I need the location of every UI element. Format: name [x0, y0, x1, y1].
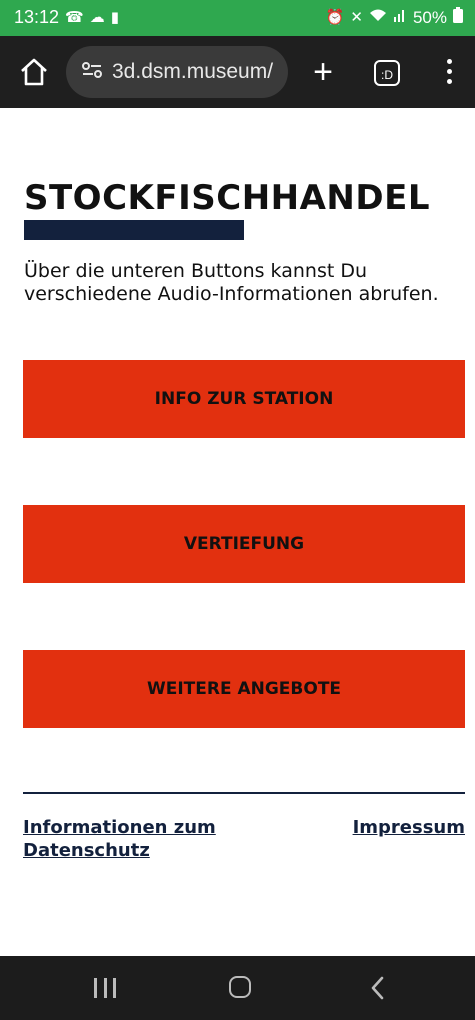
signal-icon — [393, 8, 407, 27]
battery-icon — [453, 7, 463, 28]
status-left: 13:12 ☎ ☁ ▮ — [14, 7, 119, 28]
vertiefung-button[interactable]: VERTIEFUNG — [23, 505, 465, 583]
status-time: 13:12 — [14, 7, 60, 27]
page-title: STOCKFISCHHANDEL — [24, 178, 430, 218]
new-tab-icon[interactable]: + — [306, 50, 340, 94]
recent-apps-icon[interactable] — [94, 978, 116, 998]
imprint-link[interactable]: Impressum — [353, 816, 465, 839]
battery-percent: 50% — [412, 7, 447, 27]
system-nav-bar — [0, 956, 475, 1020]
alarm-icon: ⏰ — [325, 8, 345, 26]
address-bar[interactable]: 3d.dsm.museum/ — [66, 46, 288, 98]
tab-switcher-label: :D — [381, 68, 393, 82]
title-underline-bar — [24, 220, 244, 240]
cloud-icon: ☁ — [89, 8, 105, 26]
browser-toolbar: 3d.dsm.museum/ + :D — [0, 36, 475, 108]
phone-icon: ☎ — [65, 8, 84, 26]
privacy-link[interactable]: Informationen zum Datenschutz — [23, 816, 263, 862]
site-settings-icon[interactable] — [82, 61, 102, 83]
mute-icon: ✕ — [350, 8, 363, 26]
home-nav-icon[interactable] — [229, 976, 251, 998]
status-bar: 13:12 ☎ ☁ ▮ ⏰ ✕ 50% — [0, 0, 475, 36]
menu-icon[interactable] — [440, 54, 458, 90]
intro-text: Über die unteren Buttons kannst Du versc… — [24, 260, 439, 305]
wifi-icon — [369, 8, 387, 27]
weitere-angebote-button[interactable]: WEITERE ANGEBOTE — [23, 650, 465, 728]
footer-divider — [23, 792, 465, 794]
page-content: STOCKFISCHHANDEL Über die unteren Button… — [0, 108, 475, 956]
status-right: ⏰ ✕ 50% — [326, 7, 463, 28]
tab-switcher-icon[interactable]: :D — [374, 60, 400, 86]
home-icon[interactable] — [18, 56, 50, 88]
shopping-bag-icon: ▮ — [110, 8, 119, 26]
info-zur-station-button[interactable]: INFO ZUR STATION — [23, 360, 465, 438]
url-text: 3d.dsm.museum/ — [112, 60, 274, 83]
back-icon[interactable] — [368, 974, 388, 1002]
